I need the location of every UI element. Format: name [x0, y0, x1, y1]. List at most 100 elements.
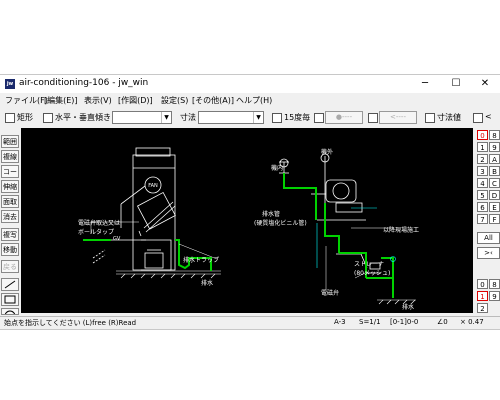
layer-group-f[interactable]: F	[489, 214, 500, 224]
layer-group-5[interactable]: 5	[477, 190, 488, 200]
tool-extend[interactable]: 伸縮	[1, 180, 19, 193]
maximize-button[interactable]: ☐	[441, 75, 471, 93]
drain-pipe-left	[83, 239, 212, 271]
line-icon	[4, 280, 16, 289]
tool-move[interactable]: 移動	[1, 243, 19, 256]
left-toolbar: 範囲 複線 コーナー 伸縮 面取 消去 複写 移動 戻る	[0, 130, 20, 315]
layer-1-button[interactable]: 1	[477, 291, 488, 301]
layer-8-button[interactable]: 8	[489, 279, 500, 289]
label-strainer: ストレーナ	[354, 261, 384, 268]
menu-edit[interactable]: [編集(E)]	[44, 95, 78, 106]
rect-checkbox[interactable]	[5, 113, 15, 123]
layer-group-a[interactable]: A	[489, 154, 500, 164]
label-drain-pipe: 排水管	[262, 210, 280, 218]
toolbar: 矩形 水平・垂直 傾き ▼ 寸法 ▼ 15度毎 ●---- <---- 寸法値 …	[0, 109, 500, 125]
drawing-canvas[interactable]: FAN 機内 機外 電磁弁取込又は ボールタップ GV 排水トラップ 排水 排水…	[21, 128, 473, 313]
label-pipe-spec: (硬質塩化ビニル管)	[254, 219, 307, 227]
scale-indicator[interactable]: S=1/1	[359, 318, 381, 326]
label-solenoid: 電磁弁	[321, 289, 339, 297]
layer-group-2[interactable]: 2	[477, 154, 488, 164]
zoom-indicator[interactable]: × 0.47	[460, 318, 484, 326]
menu-draw[interactable]: [作図(D)]	[118, 95, 153, 106]
layer-group-1[interactable]: 1	[477, 142, 488, 152]
arrow-checkbox[interactable]	[368, 113, 378, 123]
layer-group-4[interactable]: 4	[477, 178, 488, 188]
fan-symbol: FAN	[144, 176, 162, 194]
rectangle-icon	[4, 295, 16, 304]
app-logo-icon: jw	[5, 79, 15, 89]
layer-9-button[interactable]: 9	[489, 291, 500, 301]
label-indoor: 機内	[271, 164, 283, 172]
chevron-down-icon[interactable]: ▼	[161, 112, 171, 123]
deg15-checkbox[interactable]	[272, 113, 282, 123]
menu-bar: ファイル(F) [編集(E)] 表示(V) [作図(D)] 設定(S) [その他…	[0, 94, 500, 106]
chevron-down-icon[interactable]: ▼	[253, 112, 263, 123]
tool-corner[interactable]: コーナー	[1, 165, 19, 189]
angle-indicator[interactable]: ∠0	[437, 318, 448, 326]
layer-group-0[interactable]: 0	[477, 130, 488, 140]
label-mesh: (80メッシュ)	[354, 270, 390, 277]
layer-group-6[interactable]: 6	[477, 202, 488, 212]
point-checkbox[interactable]	[314, 113, 324, 123]
cad-drawing: FAN 機内 機外 電磁弁取込又は ボールタップ GV 排水トラップ 排水 排水…	[78, 147, 419, 311]
drain-pipe-right	[283, 173, 394, 298]
layer-indicator[interactable]: [0-1]0-0	[390, 318, 418, 326]
label-outdoor: 機外	[321, 148, 333, 156]
layer-2-button[interactable]: 2	[477, 303, 488, 313]
layer-group-e[interactable]: E	[489, 202, 500, 212]
layer-0-button[interactable]: 0	[477, 279, 488, 289]
ground-hatch-left	[116, 270, 221, 279]
tool-line[interactable]	[1, 278, 19, 291]
tool-copy[interactable]: 複写	[1, 228, 19, 241]
tool-parallel[interactable]: 複線	[1, 150, 19, 163]
label-valve-note2: ボールタップ	[78, 228, 114, 236]
close-button[interactable]: ✕	[470, 75, 500, 93]
window-title: air-conditioning-106 - jw_win	[19, 78, 149, 88]
layer-group-c[interactable]: C	[489, 178, 500, 188]
label-later-work: 以降現場施工	[383, 226, 419, 234]
layer-arrows-button[interactable]: >‹	[477, 247, 500, 259]
arrow-button[interactable]: <----	[379, 111, 417, 124]
tool-rect[interactable]	[1, 293, 19, 306]
label-valve-note: 電磁弁取込又は	[78, 219, 120, 227]
tilt-label: 傾き	[95, 113, 111, 122]
layer-group-d[interactable]: D	[489, 190, 500, 200]
dimval-label: 寸法値	[437, 113, 461, 122]
menu-settings[interactable]: 設定(S)	[161, 95, 188, 106]
hv-checkbox[interactable]	[43, 113, 53, 123]
lt-checkbox[interactable]	[473, 113, 483, 123]
tool-chamfer[interactable]: 面取	[1, 195, 19, 208]
tool-erase[interactable]: 消去	[1, 210, 19, 223]
leader-lines	[90, 221, 391, 290]
label-drain: 排水	[201, 279, 213, 287]
layer-group-b[interactable]: B	[489, 166, 500, 176]
menu-file[interactable]: ファイル(F)	[5, 95, 48, 106]
layer-group-3[interactable]: 3	[477, 166, 488, 176]
hv-label: 水平・垂直	[55, 113, 95, 122]
layer-group-9[interactable]: 9	[489, 142, 500, 152]
paper-size[interactable]: A-3	[334, 318, 346, 326]
all-layers-button[interactable]: All	[477, 232, 500, 244]
app-window: jw air-conditioning-106 - jw_win ─ ☐ ✕ フ…	[0, 74, 500, 330]
deg15-label: 15度毎	[284, 113, 311, 122]
menu-help[interactable]: ヘルプ(H)	[236, 95, 272, 106]
rect-label: 矩形	[17, 113, 33, 122]
title-bar: jw air-conditioning-106 - jw_win ─ ☐ ✕	[0, 75, 500, 93]
label-gv: GV	[113, 236, 121, 242]
layer-group-7[interactable]: 7	[477, 214, 488, 224]
lt-label: <	[485, 112, 492, 121]
tilt-combo[interactable]: ▼	[112, 111, 172, 124]
label-drain2: 排水	[402, 303, 414, 311]
ac-unit-drawing	[92, 147, 176, 271]
tool-circle[interactable]	[1, 308, 19, 315]
tool-range[interactable]: 範囲	[1, 135, 19, 148]
minimize-button[interactable]: ─	[410, 75, 440, 93]
dimval-checkbox[interactable]	[425, 113, 435, 123]
fan-label: FAN	[148, 183, 158, 189]
menu-view[interactable]: 表示(V)	[84, 95, 112, 106]
point-button[interactable]: ●----	[325, 111, 363, 124]
tool-undo[interactable]: 戻る	[1, 260, 19, 273]
layer-group-8[interactable]: 8	[489, 130, 500, 140]
dim-combo[interactable]: ▼	[198, 111, 264, 124]
menu-other[interactable]: [その他(A)]	[192, 95, 234, 106]
